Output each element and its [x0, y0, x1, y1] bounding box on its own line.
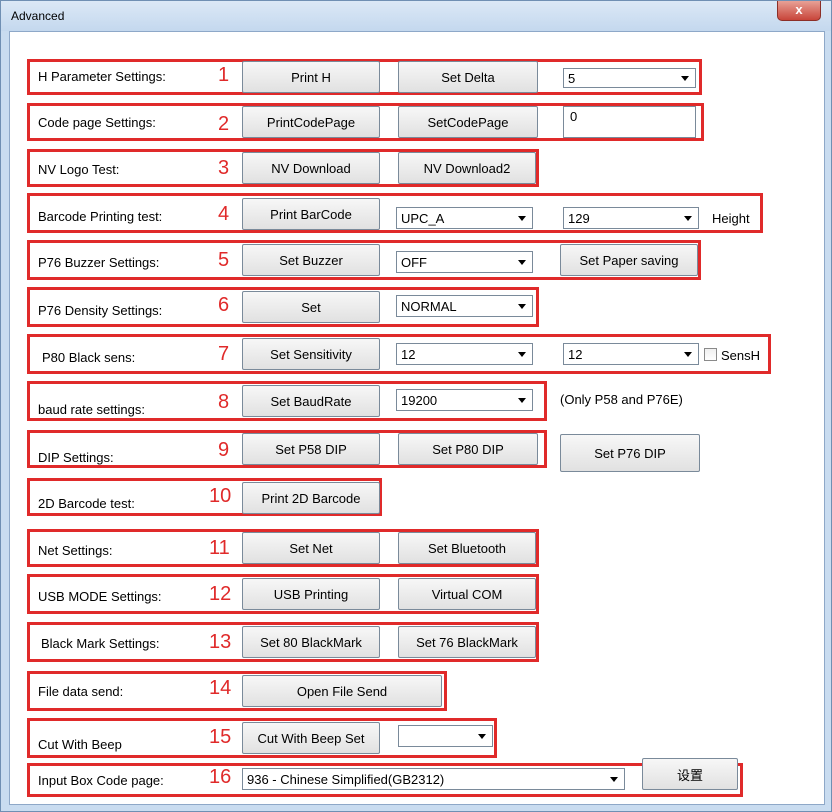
chevron-down-icon — [518, 352, 526, 357]
print-2d-barcode-button[interactable]: Print 2D Barcode — [242, 482, 380, 514]
h-parameter-label: H Parameter Settings: — [38, 69, 166, 84]
number-11: 11 — [209, 537, 230, 559]
density-select[interactable]: NORMAL — [396, 295, 533, 317]
open-file-send-button[interactable]: Open File Send — [242, 675, 442, 707]
chevron-down-icon — [478, 734, 486, 739]
chevron-down-icon — [518, 304, 526, 309]
chevron-down-icon — [518, 216, 526, 221]
number-13: 13 — [209, 631, 232, 653]
input-code-page-select[interactable]: 936 - Chinese Simplified(GB2312) — [242, 768, 625, 790]
print-h-button[interactable]: Print H — [242, 61, 380, 93]
sensitivity-value-1: 12 — [401, 346, 416, 362]
title-bar: Advanced x — [1, 1, 831, 31]
2d-barcode-label: 2D Barcode test: — [38, 496, 135, 511]
set-p80-dip-button[interactable]: Set P80 DIP — [398, 433, 538, 465]
number-16: 16 — [209, 766, 232, 788]
dip-settings-label: DIP Settings: — [38, 450, 114, 465]
sensitivity-select-2[interactable]: 12 — [563, 343, 699, 365]
advanced-window: Advanced x H Parameter Settings: 1 Print… — [0, 0, 832, 812]
number-6: 6 — [218, 294, 230, 316]
close-button[interactable]: x — [777, 1, 821, 21]
density-label: P76 Density Settings: — [38, 303, 163, 318]
cut-with-beep-label: Cut With Beep — [38, 737, 122, 752]
set-bluetooth-button[interactable]: Set Bluetooth — [398, 532, 536, 564]
chevron-down-icon — [610, 777, 618, 782]
barcode-type-value: UPC_A — [401, 210, 445, 226]
number-1: 1 — [218, 64, 230, 86]
buzzer-select[interactable]: OFF — [396, 251, 533, 273]
sensitivity-select-1[interactable]: 12 — [396, 343, 533, 365]
window-title: Advanced — [11, 9, 65, 23]
cut-with-beep-set-button[interactable]: Cut With Beep Set — [242, 722, 380, 754]
chevron-down-icon — [518, 260, 526, 265]
baud-rate-note: (Only P58 and P76E) — [560, 392, 683, 407]
print-barcode-button[interactable]: Print BarCode — [242, 198, 380, 230]
number-9: 9 — [218, 439, 230, 461]
number-14: 14 — [209, 677, 232, 699]
code-page-label: Code page Settings: — [38, 115, 156, 130]
baud-rate-label: baud rate settings: — [38, 402, 145, 417]
number-4: 4 — [218, 203, 230, 225]
baud-rate-select[interactable]: 19200 — [396, 389, 533, 411]
delta-select-value: 5 — [568, 70, 576, 86]
input-box-code-page-label: Input Box Code page: — [38, 773, 164, 788]
sensh-label: SensH — [721, 348, 761, 363]
set-buzzer-button[interactable]: Set Buzzer — [242, 244, 380, 276]
buzzer-label: P76 Buzzer Settings: — [38, 255, 160, 270]
number-12: 12 — [209, 583, 232, 605]
set-baud-rate-button[interactable]: Set BaudRate — [242, 385, 380, 417]
file-data-send-label: File data send: — [38, 684, 124, 699]
black-sens-label: P80 Black sens: — [42, 350, 136, 365]
number-3: 3 — [218, 157, 230, 179]
sensitivity-value-2: 12 — [568, 346, 583, 362]
black-mark-label: Black Mark Settings: — [41, 636, 160, 651]
set-80-blackmark-button[interactable]: Set 80 BlackMark — [242, 626, 380, 658]
input-code-page-value: 936 - Chinese Simplified(GB2312) — [247, 771, 445, 787]
buzzer-select-value: OFF — [401, 254, 427, 270]
number-15: 15 — [209, 726, 232, 748]
set-code-page-button[interactable]: SetCodePage — [398, 106, 538, 138]
nv-download-button[interactable]: NV Download — [242, 152, 380, 184]
virtual-com-button[interactable]: Virtual COM — [398, 578, 536, 610]
set-p76-dip-button[interactable]: Set P76 DIP — [560, 434, 700, 472]
set-net-button[interactable]: Set Net — [242, 532, 380, 564]
number-8: 8 — [218, 391, 230, 413]
height-label: Height — [712, 211, 750, 226]
code-page-input[interactable]: 0 — [563, 106, 696, 138]
number-7: 7 — [218, 343, 230, 365]
print-code-page-button[interactable]: PrintCodePage — [242, 106, 380, 138]
set-sensitivity-button[interactable]: Set Sensitivity — [242, 338, 380, 370]
usb-mode-label: USB MODE Settings: — [38, 589, 162, 604]
net-settings-label: Net Settings: — [38, 543, 113, 558]
nv-download2-button[interactable]: NV Download2 — [398, 152, 536, 184]
cut-with-beep-select[interactable] — [398, 725, 493, 747]
barcode-height-select[interactable]: 129 — [563, 207, 699, 229]
usb-printing-button[interactable]: USB Printing — [242, 578, 380, 610]
chevron-down-icon — [518, 398, 526, 403]
apply-code-page-button[interactable]: 设置 — [642, 758, 738, 790]
barcode-label: Barcode Printing test: — [38, 209, 163, 224]
chevron-down-icon — [684, 352, 692, 357]
baud-rate-value: 19200 — [401, 392, 438, 408]
delta-select[interactable]: 5 — [563, 68, 696, 88]
number-2: 2 — [218, 113, 230, 135]
nv-logo-label: NV Logo Test: — [38, 162, 120, 177]
barcode-height-value: 129 — [568, 210, 590, 226]
set-76-blackmark-button[interactable]: Set 76 BlackMark — [398, 626, 536, 658]
chevron-down-icon — [684, 216, 692, 221]
chevron-down-icon — [681, 76, 689, 81]
client-area: H Parameter Settings: 1 Print H Set Delt… — [9, 31, 825, 805]
set-delta-button[interactable]: Set Delta — [398, 61, 538, 93]
set-paper-saving-button[interactable]: Set Paper saving — [560, 244, 698, 276]
barcode-type-select[interactable]: UPC_A — [396, 207, 533, 229]
sensh-checkbox[interactable] — [704, 348, 717, 361]
set-p58-dip-button[interactable]: Set P58 DIP — [242, 433, 380, 465]
density-select-value: NORMAL — [401, 298, 457, 314]
number-10: 10 — [209, 485, 232, 507]
number-5: 5 — [218, 249, 230, 271]
set-density-button[interactable]: Set — [242, 291, 380, 323]
